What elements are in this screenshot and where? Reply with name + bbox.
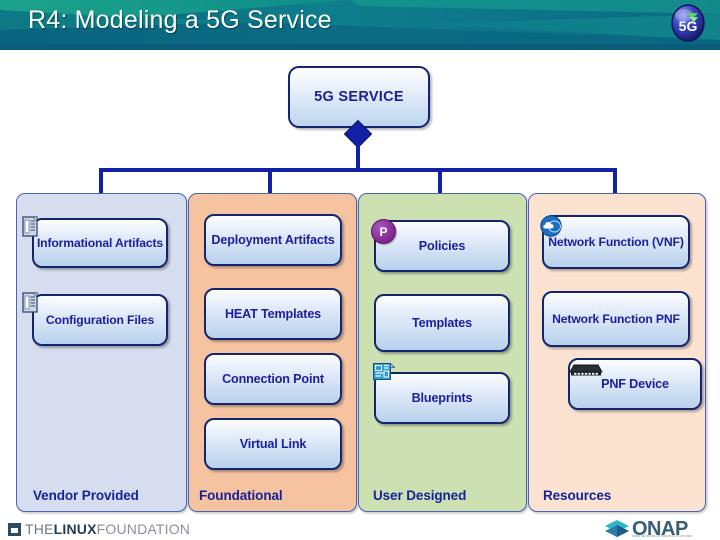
- node-label: HEAT Templates: [224, 306, 322, 321]
- policy-p-icon: P: [371, 219, 396, 244]
- connector-vertical-stem: [355, 140, 360, 171]
- connector-drop-3: [438, 168, 442, 195]
- node-label: Configuration Files: [45, 312, 155, 327]
- linux-foundation-mark-icon: [8, 522, 21, 536]
- svg-text:5G: 5G: [679, 18, 698, 34]
- column-footer-foundational: Foundational: [199, 488, 283, 503]
- document-icon: [22, 292, 38, 313]
- node-label: Virtual Link: [239, 436, 307, 451]
- node-label: Network Function (VNF): [548, 234, 684, 249]
- document-icon: [22, 216, 38, 237]
- slide-canvas: R4: Modeling a 5G Service 5G 5G SERVICE: [0, 0, 720, 540]
- cloud-icon: [540, 215, 562, 237]
- onap-tagline: OPEN NETWORK AUTOMATION PLATFORM: [632, 535, 693, 538]
- node-network-function-vnf[interactable]: Network Function (VNF): [542, 215, 690, 269]
- node-network-function-pnf[interactable]: Network Function PNF: [542, 291, 690, 347]
- node-informational-artifacts[interactable]: Informational Artifacts: [32, 218, 168, 268]
- lf-linux: LINUX: [53, 521, 97, 537]
- node-label: Informational Artifacts: [36, 235, 164, 250]
- column-footer-resources: Resources: [543, 488, 612, 503]
- node-label: PNF Device: [601, 376, 669, 391]
- connector-drop-4: [613, 168, 617, 195]
- lf-foundation: FOUNDATION: [96, 521, 191, 537]
- connector-horizontal-bus: [99, 168, 617, 172]
- node-configuration-files[interactable]: Configuration Files: [32, 294, 168, 346]
- root-node-label: 5G SERVICE: [314, 89, 404, 105]
- root-node-5g-service[interactable]: 5G SERVICE: [288, 66, 430, 128]
- column-footer-vendor-provided: Vendor Provided: [33, 488, 139, 503]
- node-connection-point[interactable]: Connection Point: [204, 353, 342, 405]
- connector-drop-1: [99, 168, 103, 195]
- slide-header: R4: Modeling a 5G Service 5G: [0, 0, 720, 50]
- router-icon: [569, 364, 603, 376]
- blueprint-icon: [373, 363, 395, 380]
- page-title: R4: Modeling a 5G Service: [28, 6, 332, 34]
- node-label: Network Function PNF: [552, 311, 680, 326]
- onap-mark-icon: [605, 520, 629, 537]
- policy-p-letter: P: [379, 224, 388, 239]
- node-label: Blueprints: [411, 390, 473, 405]
- linux-foundation-logo: THELINUXFOUNDATION: [8, 521, 190, 537]
- connector-drop-2: [268, 168, 272, 195]
- lf-the: THE: [25, 521, 54, 537]
- linux-foundation-text: THELINUXFOUNDATION: [25, 521, 190, 537]
- node-virtual-link[interactable]: Virtual Link: [204, 418, 342, 470]
- node-deployment-artifacts[interactable]: Deployment Artifacts: [204, 214, 342, 266]
- node-heat-templates[interactable]: HEAT Templates: [204, 288, 342, 340]
- column-footer-user-designed: User Designed: [373, 488, 467, 503]
- node-label: Templates: [411, 315, 472, 330]
- node-label: Connection Point: [222, 371, 324, 386]
- 5g-logo: 5G: [671, 4, 705, 42]
- node-label: Policies: [418, 238, 466, 253]
- node-label: Deployment Artifacts: [211, 232, 335, 247]
- node-templates[interactable]: Templates: [374, 294, 510, 352]
